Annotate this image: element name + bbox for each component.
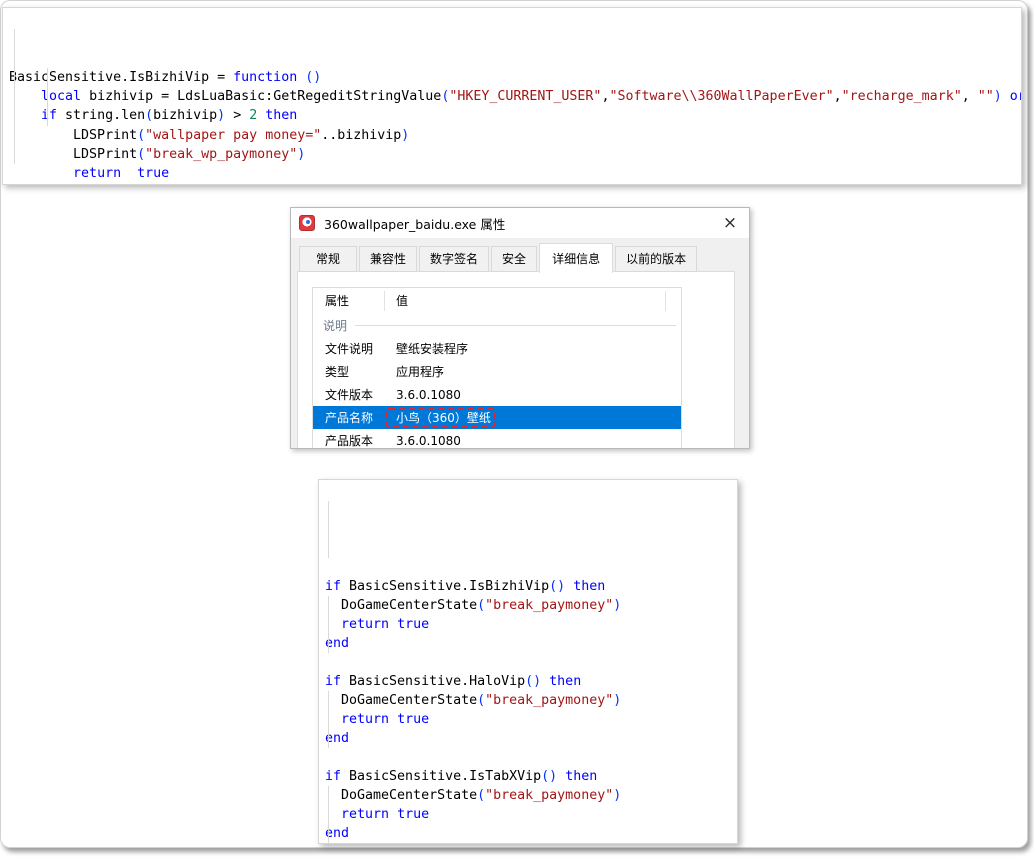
- details-rows: 文件说明壁纸安装程序类型应用程序文件版本3.6.0.1080产品名称小鸟（360…: [313, 337, 681, 449]
- code-line: end: [325, 729, 737, 748]
- row-property: 类型: [313, 363, 396, 380]
- code-line: if string.len(bizhivip) > 2 then: [9, 106, 1021, 125]
- code-line: if BasicSensitive.HaloVip() then: [325, 672, 737, 691]
- row-property: 产品版本: [313, 432, 396, 449]
- indent-guide: [328, 786, 329, 843]
- code-line: end: [9, 184, 1021, 185]
- code-line: LDSPrint("wallpaper pay money="..bizhivi…: [9, 126, 1021, 145]
- code-line: [325, 653, 737, 672]
- tab-2[interactable]: 兼容性: [359, 246, 417, 272]
- column-header-property[interactable]: 属性: [313, 291, 385, 311]
- lua-code-top: BasicSensitive.IsBizhiVip = function () …: [2, 7, 1022, 185]
- indent-guide: [14, 29, 15, 164]
- row-value: 壁纸安装程序: [396, 340, 681, 357]
- code-line: DoGameCenterState("break_paymoney"): [325, 691, 737, 710]
- details-listview: 属性 值 说明 文件说明壁纸安装程序类型应用程序文件版本3.6.0.1080产品…: [312, 287, 682, 449]
- tab-strip: 常规兼容性数字签名安全详细信息以前的版本: [299, 246, 699, 272]
- code-line: return true: [325, 805, 737, 824]
- details-row[interactable]: 产品名称小鸟（360）壁纸: [313, 406, 681, 429]
- code-line: [325, 843, 737, 844]
- code-line: end: [325, 634, 737, 653]
- listview-header[interactable]: 属性 值: [313, 288, 681, 314]
- dialog-titlebar[interactable]: 360wallpaper_baidu.exe 属性 ×: [291, 208, 749, 238]
- row-value: 小鸟（360）壁纸: [396, 409, 681, 426]
- indent-guide: [328, 596, 329, 653]
- row-value: 3.6.0.1080: [396, 434, 681, 448]
- details-row[interactable]: 文件版本3.6.0.1080: [313, 383, 681, 406]
- row-property: 产品名称: [313, 409, 396, 426]
- code-line: if BasicSensitive.IsBizhiVip() then: [325, 577, 737, 596]
- indent-guide: [328, 501, 329, 558]
- code-line: end: [325, 824, 737, 843]
- details-tab-page: 属性 值 说明 文件说明壁纸安装程序类型应用程序文件版本3.6.0.1080产品…: [297, 271, 735, 449]
- code-line: local bizhivip = LdsLuaBasic:GetRegeditS…: [9, 87, 1021, 106]
- tab-5[interactable]: 详细信息: [539, 243, 613, 273]
- close-icon[interactable]: ×: [711, 208, 749, 238]
- code-line: [325, 748, 737, 767]
- code-line: BasicSensitive.IsBizhiVip = function (): [9, 68, 1021, 87]
- row-property: 文件版本: [313, 386, 396, 403]
- group-row: 说明: [313, 314, 681, 337]
- tab-4[interactable]: 安全: [491, 246, 537, 272]
- row-value: 3.6.0.1080: [396, 388, 681, 402]
- lua-code-bottom: if BasicSensitive.IsBizhiVip() then DoGa…: [318, 479, 738, 844]
- indent-guide: [47, 68, 48, 126]
- app-icon: [299, 215, 315, 231]
- code-line: DoGameCenterState("break_paymoney"): [325, 786, 737, 805]
- group-rule: [355, 325, 676, 326]
- tab-3[interactable]: 数字签名: [419, 246, 489, 272]
- tab-6[interactable]: 以前的版本: [615, 246, 697, 272]
- indent-guide: [328, 691, 329, 748]
- code-line: return true: [9, 164, 1021, 183]
- details-row[interactable]: 类型应用程序: [313, 360, 681, 383]
- code-line: DoGameCenterState("break_paymoney"): [325, 596, 737, 615]
- code-line: return true: [325, 710, 737, 729]
- code-line: LDSPrint("break_wp_paymoney"): [9, 145, 1021, 164]
- column-header-value[interactable]: 值: [385, 291, 666, 311]
- row-property: 文件说明: [313, 340, 396, 357]
- tab-1[interactable]: 常规: [299, 246, 357, 272]
- details-row[interactable]: 产品版本3.6.0.1080: [313, 429, 681, 449]
- row-value: 应用程序: [396, 363, 681, 380]
- group-label: 说明: [323, 317, 347, 334]
- dialog-title: 360wallpaper_baidu.exe 属性: [324, 214, 505, 233]
- code-line: return true: [325, 615, 737, 634]
- code-line: if BasicSensitive.IsTabXVip() then: [325, 767, 737, 786]
- details-row[interactable]: 文件说明壁纸安装程序: [313, 337, 681, 360]
- properties-dialog: 360wallpaper_baidu.exe 属性 × 常规兼容性数字签名安全详…: [290, 207, 750, 449]
